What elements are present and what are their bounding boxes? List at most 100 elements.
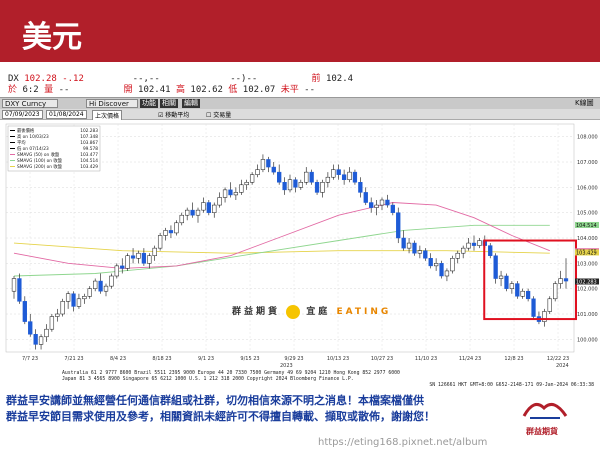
date-toolbar: 07/09/2023 01/08/2024 上次價格 ☑ 移動平均 ☐ 交易量 [0, 109, 600, 121]
y-tick-label: 102.000 [577, 287, 598, 293]
candle-body [287, 179, 293, 191]
candle-body [163, 230, 168, 236]
candle-body [450, 258, 455, 272]
candle-body [71, 293, 76, 307]
legend-label: 平均 [17, 139, 26, 146]
y-tick-label: 106.000 [577, 185, 598, 191]
quote-panel: DX 102.28 -.12 --,-- --)-- 前 102.4 於 6:2… [0, 74, 600, 96]
candle-body [428, 258, 433, 267]
candle-body [49, 316, 55, 330]
tab-edit[interactable]: 編輯 [182, 99, 200, 108]
sma-checkbox[interactable]: ☑ 移動平均 [158, 110, 189, 119]
candle-body [525, 290, 531, 300]
candle-body [563, 278, 569, 282]
candle-body [152, 247, 157, 256]
x-tick-label: 11/10 23 [415, 356, 437, 362]
candle-body [212, 204, 217, 213]
stamp-text-1: 群益期貨 [232, 307, 281, 317]
sun-icon [286, 304, 301, 319]
unsettled-value: -- [304, 85, 315, 95]
candle-body [466, 242, 471, 249]
candle-body [433, 263, 439, 267]
tab-functions[interactable]: 功能 [140, 99, 158, 108]
candle-body [249, 174, 255, 183]
prev-value: 102.4 [325, 74, 354, 84]
candle-body [369, 202, 374, 208]
candle-body [509, 283, 515, 289]
candle-body [439, 263, 444, 277]
legend-value: 104.514 [80, 158, 98, 164]
time-value: 6:2 [22, 85, 39, 95]
candle-body [520, 290, 525, 297]
legend-value: 103.429 [80, 164, 98, 170]
legend-value: 107.348 [80, 134, 98, 140]
legend-value: 99.578 [83, 146, 98, 152]
candle-body [558, 278, 563, 284]
candle-body [401, 237, 406, 249]
candle-body [222, 189, 228, 198]
prev-label: 前 [311, 74, 321, 84]
date-to-field[interactable]: 01/08/2024 [46, 110, 87, 119]
candle-body [109, 275, 114, 287]
legend-value: 103.477 [80, 152, 98, 158]
candle-body [244, 182, 249, 186]
quote-row-2: 於 6:2 量 -- 開 102.41 高 102.62 低 102.07 未平… [8, 85, 315, 96]
quote-row-1: DX 102.28 -.12 --,-- --)-- 前 102.4 [8, 74, 353, 85]
x-tick-label: 12/8 23 [504, 356, 523, 362]
tab-related[interactable]: 相關 [160, 99, 178, 108]
legend-value: 102.283 [80, 128, 98, 134]
legend-label: 最後價格 [17, 127, 35, 134]
candle-body [282, 182, 287, 191]
candle-body [136, 252, 141, 259]
candle-body [477, 240, 482, 246]
notice-line-1: 群益早安講師並無經營任何通信群組或社群，切勿相信來源不明之消息！本檔案檔僅供 [6, 394, 424, 407]
candle-body [504, 275, 509, 289]
volume-checkbox-label: 交易量 [213, 112, 232, 119]
right-value-label: 103.429 [576, 250, 597, 256]
volume-label: 量 [44, 85, 54, 95]
candle-body [455, 252, 460, 259]
low-label: 低 [228, 85, 238, 95]
candle-body [168, 230, 174, 234]
y-tick-label: 100.000 [577, 337, 598, 343]
view-dropdown[interactable]: Hi Discover [86, 99, 138, 108]
quote-price: 102.28 [24, 74, 57, 84]
volume-value: -- [58, 85, 70, 95]
high-value: 102.62 [190, 85, 223, 95]
security-field[interactable]: DXY Curncy [2, 99, 58, 108]
stamp-text-2: 宜庭 [306, 307, 331, 317]
candle-body [498, 275, 504, 279]
x-tick-label: 9/15 23 [240, 356, 259, 362]
candle-body [233, 192, 239, 196]
candle-body [417, 250, 423, 254]
brand-logo [520, 394, 570, 426]
candle-body [103, 285, 109, 292]
y-tick-label: 101.000 [577, 312, 598, 318]
chart-area: 108.000 107.000 106.000 105.000 104.000 103.0… [0, 120, 600, 389]
chart-type-label[interactable]: K線圖 [575, 99, 594, 108]
legend-label: SMAVG (50) on 收盤 [17, 151, 60, 158]
candle-body [141, 252, 147, 264]
x-tick-label: 9/29 23 [284, 356, 303, 362]
candle-body [11, 278, 17, 292]
candle-body [314, 182, 320, 193]
candle-body [390, 204, 395, 213]
right-value-label: 102.283 [576, 279, 597, 285]
candle-body [174, 222, 179, 234]
x-tick-label: 12/22 23 [547, 356, 569, 362]
candle-body [320, 182, 325, 193]
candle-body [22, 301, 27, 322]
candle-body [515, 283, 520, 297]
low-value: 102.07 [242, 85, 276, 95]
candlestick-chart[interactable]: 108.000 107.000 106.000 105.000 104.000 103.0… [0, 120, 600, 389]
candle-body [93, 280, 98, 289]
candle-body [239, 184, 244, 193]
y-tick-label: 108.000 [577, 135, 598, 141]
y-tick-label: 105.000 [577, 211, 598, 217]
x-tick-label: 11/24 23 [459, 356, 481, 362]
date-from-field[interactable]: 07/09/2023 [2, 110, 43, 119]
candle-body [547, 298, 552, 312]
candle-body [190, 209, 195, 216]
legend-value: 103.867 [80, 140, 98, 146]
volume-checkbox[interactable]: ☐ 交易量 [206, 110, 231, 119]
